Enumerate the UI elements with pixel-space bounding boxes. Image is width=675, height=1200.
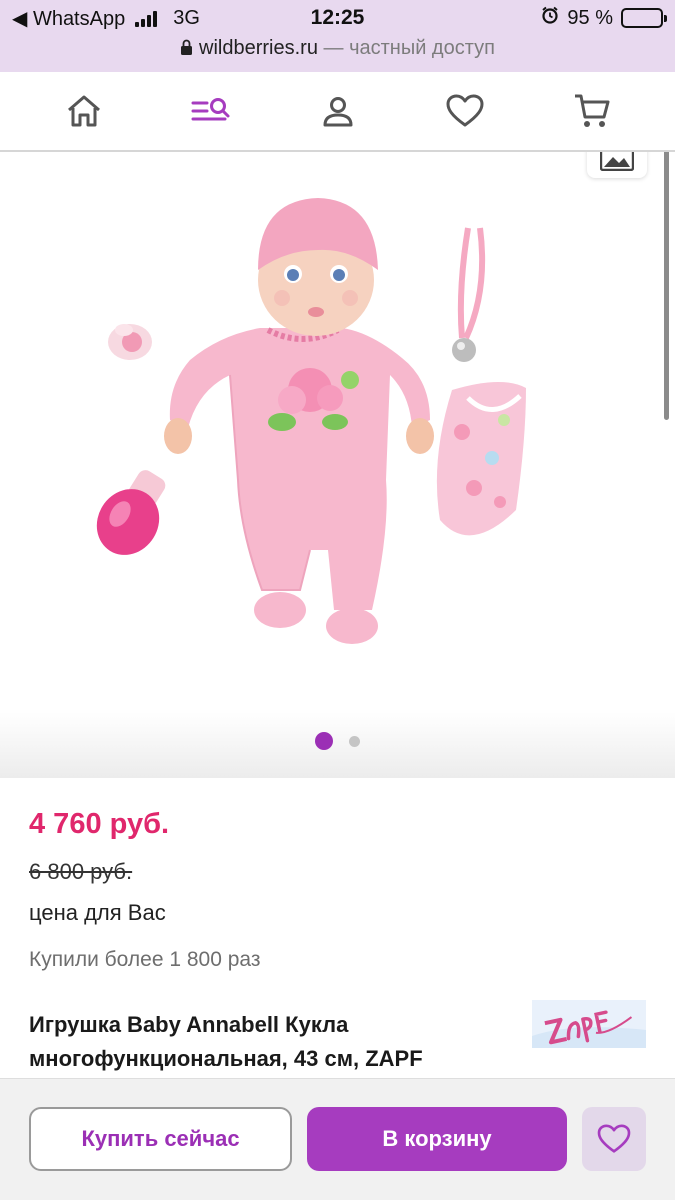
bell-necklace-image [452,227,486,362]
browser-header: ◀ WhatsApp 3G 12:25 95 % wildberries.ru … [0,0,675,72]
battery-percent: 95 % [567,6,613,29]
status-right: 95 % [541,6,667,30]
product-title: Игрушка Baby Annabell Кукла многофункцио… [29,1012,423,1071]
doll-image [164,198,434,644]
cart-icon [574,94,609,127]
alarm-icon [541,6,559,30]
url-domain: wildberries.ru [199,37,318,59]
carousel-dots [0,732,675,750]
home-icon [67,95,100,127]
carousel-dot[interactable] [315,732,333,750]
private-mode-label: — частный доступ [317,37,495,59]
page-scrollbar[interactable] [664,152,669,420]
bib-image [436,381,526,536]
nav-cart-button[interactable] [560,79,624,143]
image-icon [600,152,634,171]
add-to-cart-button[interactable]: В корзину [307,1107,567,1171]
brand-logo[interactable] [532,1000,646,1048]
user-icon [323,97,352,127]
add-to-favorites-button[interactable] [582,1107,646,1171]
buy-now-button[interactable]: Купить сейчас [29,1107,292,1171]
carousel-dot[interactable] [349,735,360,747]
price-note: цена для Вас [29,900,166,925]
site-nav [0,72,675,152]
nav-favorites-button[interactable] [433,79,497,143]
current-price: 4 760 руб. [29,808,170,840]
bottle-image [96,470,166,555]
product-gallery[interactable] [0,152,675,778]
heart-icon [597,1124,631,1153]
pacifier-image [108,324,152,360]
bought-count: Купили более 1 800 раз [29,948,261,971]
heart-icon [446,94,483,127]
product-info: 4 760 руб. 6 800 руб. цена для Вас Купил… [0,778,675,1078]
old-price: 6 800 руб. [29,859,133,884]
battery-icon [621,8,667,28]
address-bar[interactable]: wildberries.ru — частный доступ [0,37,675,62]
menu-search-icon [191,98,229,121]
view-photo-button[interactable] [587,152,647,178]
product-photo[interactable] [90,170,590,670]
action-bar: Купить сейчас В корзину [0,1078,675,1200]
lock-icon [180,39,193,62]
nav-profile-button[interactable] [306,79,370,143]
nav-catalog-search-button[interactable] [179,79,243,143]
nav-home-button[interactable] [52,79,116,143]
